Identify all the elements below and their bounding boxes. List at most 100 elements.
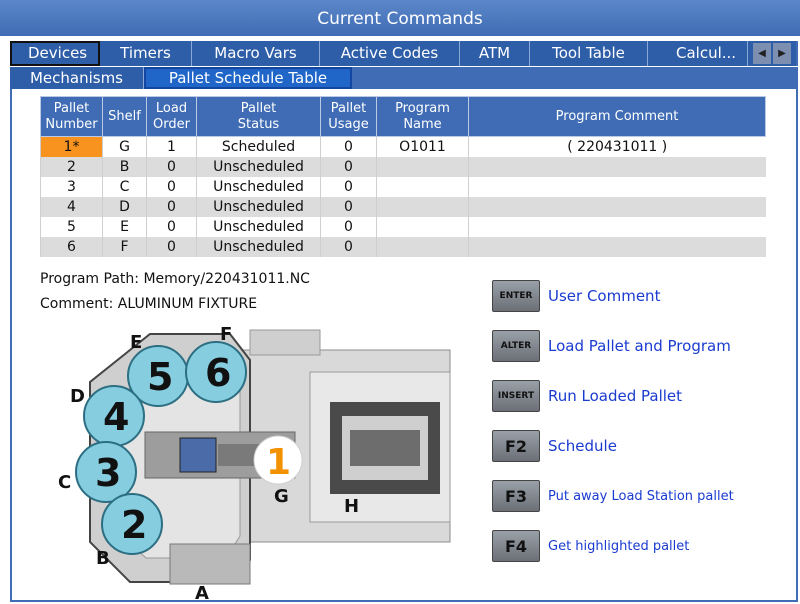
cell-pallet-usage: 0 xyxy=(320,237,377,257)
cell-pallet-usage: 0 xyxy=(320,157,377,177)
cell-program-name xyxy=(376,157,469,177)
tab-devices[interactable]: Devices xyxy=(10,41,100,66)
table-row[interactable]: 1* G 1 Scheduled 0 O1011 ( 220431011 ) xyxy=(40,136,766,157)
station-label-g: G xyxy=(274,486,289,507)
pallet-number-6: 6 xyxy=(205,351,231,395)
col-pallet-status: Pallet Status xyxy=(196,96,321,137)
col-load-order: Load Order xyxy=(146,96,197,137)
sub-tab-bar: Mechanisms Pallet Schedule Table xyxy=(10,67,798,89)
command-put-away-load-station-pallet[interactable]: F3 Put away Load Station pallet xyxy=(492,480,734,512)
station-label-d: D xyxy=(70,386,85,407)
cell-load-order: 1 xyxy=(146,136,197,157)
pallet-number-3: 3 xyxy=(95,451,121,495)
cell-shelf: B xyxy=(102,157,147,177)
cell-pallet-number[interactable]: 2 xyxy=(40,157,103,177)
scroll-left-icon[interactable]: ◀ xyxy=(753,43,771,64)
cell-program-comment xyxy=(468,157,766,177)
tab-calculator[interactable]: Calcul... xyxy=(648,41,748,66)
station-label-b: B xyxy=(96,548,110,569)
pallet-pool-illustration: 5 6 4 3 2 1 xyxy=(75,329,451,585)
station-label-e: E xyxy=(130,332,143,353)
program-comment-text: Comment: ALUMINUM FIXTURE xyxy=(40,296,258,312)
cell-program-name xyxy=(376,197,469,217)
tab-active-codes[interactable]: Active Codes xyxy=(320,41,460,66)
cell-pallet-usage: 0 xyxy=(320,177,377,197)
cell-program-name xyxy=(376,217,469,237)
command-label[interactable]: Run Loaded Pallet xyxy=(548,387,682,405)
command-run-loaded-pallet[interactable]: INSERT Run Loaded Pallet xyxy=(492,380,682,412)
col-program-name: Program Name xyxy=(376,96,469,137)
command-label[interactable]: Get highlighted pallet xyxy=(548,539,689,554)
f3-key[interactable]: F3 xyxy=(492,480,540,512)
col-pallet-number: Pallet Number xyxy=(40,96,103,137)
cell-program-comment xyxy=(468,237,766,257)
tab-tool-table[interactable]: Tool Table xyxy=(530,41,648,66)
station-label-c: C xyxy=(58,472,72,493)
cell-load-order: 0 xyxy=(146,217,197,237)
tab-pallet-schedule-table[interactable]: Pallet Schedule Table xyxy=(144,67,352,89)
cell-pallet-status: Unscheduled xyxy=(196,177,321,197)
cell-program-comment: ( 220431011 ) xyxy=(468,136,766,157)
station-label-a: A xyxy=(195,583,209,604)
pallet-schedule-table: Pallet Number Shelf Load Order Pallet Statu… xyxy=(40,96,766,257)
tab-atm[interactable]: ATM xyxy=(460,41,530,66)
station-label-h: H xyxy=(344,496,360,517)
cell-load-order: 0 xyxy=(146,197,197,217)
main-tab-bar: Devices Timers Macro Vars Active Codes A… xyxy=(10,41,798,66)
pallet-number-5: 5 xyxy=(147,355,173,399)
command-user-comment[interactable]: ENTER User Comment xyxy=(492,280,660,312)
tab-timers[interactable]: Timers xyxy=(100,41,192,66)
cell-pallet-number[interactable]: 5 xyxy=(40,217,103,237)
cell-shelf: D xyxy=(102,197,147,217)
program-path: Program Path: Memory/220431011.NC xyxy=(40,271,310,287)
command-load-pallet-and-program[interactable]: ALTER Load Pallet and Program xyxy=(492,330,731,362)
cell-pallet-status: Unscheduled xyxy=(196,157,321,177)
col-pallet-usage: Pallet Usage xyxy=(320,96,377,137)
cell-pallet-number[interactable]: 6 xyxy=(40,237,103,257)
cell-pallet-status: Unscheduled xyxy=(196,197,321,217)
cell-program-name: O1011 xyxy=(376,136,469,157)
tab-macro-vars[interactable]: Macro Vars xyxy=(192,41,320,66)
command-label[interactable]: Load Pallet and Program xyxy=(548,337,731,355)
command-label[interactable]: User Comment xyxy=(548,287,660,305)
pallet-pool-diagram: 5 6 4 3 2 1 A B C D E F G H xyxy=(50,320,460,604)
command-label[interactable]: Schedule xyxy=(548,437,617,455)
cell-program-name xyxy=(376,237,469,257)
command-get-highlighted-pallet[interactable]: F4 Get highlighted pallet xyxy=(492,530,689,562)
col-shelf: Shelf xyxy=(102,96,147,137)
table-row[interactable]: 4 D 0 Unscheduled 0 xyxy=(40,197,766,217)
cell-program-comment xyxy=(468,177,766,197)
cell-pallet-usage: 0 xyxy=(320,217,377,237)
cell-pallet-status: Scheduled xyxy=(196,136,321,157)
alter-key[interactable]: ALTER xyxy=(492,330,540,362)
cell-shelf: F xyxy=(102,237,147,257)
cell-program-comment xyxy=(468,217,766,237)
f4-key[interactable]: F4 xyxy=(492,530,540,562)
tab-mechanisms[interactable]: Mechanisms xyxy=(10,67,144,89)
cell-pallet-status: Unscheduled xyxy=(196,217,321,237)
command-schedule[interactable]: F2 Schedule xyxy=(492,430,617,462)
insert-key[interactable]: INSERT xyxy=(492,380,540,412)
cell-pallet-usage: 0 xyxy=(320,136,377,157)
pallet-number-2: 2 xyxy=(121,503,147,547)
window-title: Current Commands xyxy=(0,0,800,36)
tab-scroll-arrows: ◀ ▶ xyxy=(748,41,796,66)
table-row[interactable]: 6 F 0 Unscheduled 0 xyxy=(40,237,766,257)
col-program-comment: Program Comment xyxy=(468,96,766,137)
cell-program-name xyxy=(376,177,469,197)
f2-key[interactable]: F2 xyxy=(492,430,540,462)
cell-pallet-number[interactable]: 4 xyxy=(40,197,103,217)
table-row[interactable]: 5 E 0 Unscheduled 0 xyxy=(40,217,766,237)
cell-pallet-number[interactable]: 1* xyxy=(40,136,103,157)
cell-load-order: 0 xyxy=(146,177,197,197)
enter-key[interactable]: ENTER xyxy=(492,280,540,312)
command-label[interactable]: Put away Load Station pallet xyxy=(548,489,734,504)
cell-pallet-number[interactable]: 3 xyxy=(40,177,103,197)
pallet-number-4: 4 xyxy=(103,395,129,439)
cell-shelf: E xyxy=(102,217,147,237)
station-label-f: F xyxy=(220,324,233,345)
scroll-right-icon[interactable]: ▶ xyxy=(773,43,791,64)
table-row[interactable]: 3 C 0 Unscheduled 0 xyxy=(40,177,766,197)
cell-load-order: 0 xyxy=(146,237,197,257)
table-row[interactable]: 2 B 0 Unscheduled 0 xyxy=(40,157,766,177)
